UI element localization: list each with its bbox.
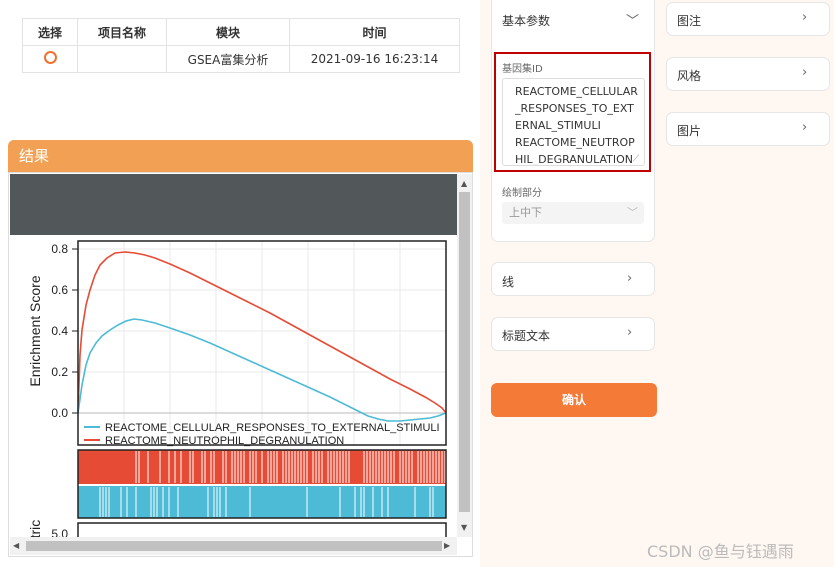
rank-metric-panel (77, 522, 447, 537)
y-tick-label: 0.8 (51, 242, 68, 256)
table-header-select: 选择 (22, 18, 78, 46)
textarea-resize-icon[interactable]: ⟋ (633, 154, 639, 164)
project-table: 选择 项目名称 模块 时间 GSEA富集分析 2021-09-16 16:23:… (22, 18, 460, 73)
chevron-right-icon[interactable]: › (802, 10, 807, 25)
style-card-label[interactable]: 风格 (677, 67, 701, 84)
legend-label: REACTOME_NEUTROPHIL_DEGRANULATION (105, 435, 344, 447)
row-radio-cell[interactable] (22, 45, 78, 73)
es-panel (77, 240, 447, 446)
lower-tick-label: 5.0 (51, 527, 68, 537)
draw-part-value: 上中下 (509, 206, 542, 219)
hit-band-blue (78, 486, 446, 518)
scroll-left-icon[interactable]: ◀ (13, 542, 19, 550)
table-header-time: 时间 (289, 18, 460, 46)
table-header-row: 选择 项目名称 模块 时间 (22, 18, 460, 46)
y-axis-title: Enrichment Score (27, 275, 43, 386)
legend-label: REACTOME_CELLULAR_RESPONSES_TO_EXTERNAL_… (105, 422, 440, 434)
confirm-button[interactable]: 确认 (491, 383, 657, 417)
title-text-card-label[interactable]: 标题文本 (502, 327, 550, 344)
table-row[interactable]: GSEA富集分析 2021-09-16 16:23:14 (22, 45, 460, 73)
table-header-module: 模块 (166, 18, 290, 46)
image-card-label[interactable]: 图片 (677, 122, 701, 139)
y-axis: 0.8 0.6 0.4 0.2 0.0 Enrichment Score (27, 242, 78, 420)
scroll-right-icon[interactable]: ▶ (444, 542, 450, 550)
scroll-up-icon[interactable]: ▲ (461, 180, 467, 188)
lower-axis-title: etric (27, 520, 43, 537)
gene-set-label: 基因集ID (502, 64, 543, 75)
y-tick-label: 0.0 (51, 406, 68, 420)
row-time-cell: 2021-09-16 16:23:14 (289, 45, 460, 73)
line-card-label[interactable]: 线 (502, 273, 514, 290)
chevron-right-icon[interactable]: › (802, 65, 807, 80)
scroll-down-icon[interactable]: ▼ (461, 524, 467, 532)
watermark: CSDN @鱼与钰遇雨 (647, 542, 794, 561)
gsea-plot-svg: 0.8 0.6 0.4 0.2 0.0 Enrichment Score REA… (27, 240, 447, 537)
y-tick-label: 0.6 (51, 283, 68, 297)
chevron-down-icon: ﹀ (627, 206, 638, 219)
chevron-right-icon[interactable]: › (802, 120, 807, 135)
row-module-cell: GSEA富集分析 (166, 45, 290, 73)
y-tick-label: 0.4 (51, 324, 68, 338)
hit-panel (77, 449, 447, 519)
horizontal-scroll-thumb[interactable] (26, 541, 442, 551)
image-background (10, 174, 457, 235)
radio-selected-icon[interactable] (43, 51, 57, 64)
gene-set-textarea[interactable]: REACTOME_CELLULAR_RESPONSES_TO_EXTERNAL_… (502, 78, 645, 166)
chevron-right-icon[interactable]: › (627, 325, 632, 340)
table-header-project: 项目名称 (77, 18, 167, 46)
y-tick-label: 0.2 (51, 365, 68, 379)
chevron-down-icon[interactable]: ﹀ (626, 10, 639, 29)
result-header: 结果 (8, 140, 473, 172)
draw-part-select[interactable]: 上中下 ﹀ (502, 202, 644, 224)
row-project-cell (77, 45, 167, 73)
legend-card-label[interactable]: 图注 (677, 12, 701, 29)
basic-params-title[interactable]: 基本参数 (502, 12, 550, 29)
vertical-scroll-thumb[interactable] (459, 192, 470, 512)
gsea-plot-image: 0.8 0.6 0.4 0.2 0.0 Enrichment Score REA… (10, 235, 457, 537)
chevron-right-icon[interactable]: › (627, 271, 632, 286)
draw-part-label: 绘制部分 (502, 188, 542, 199)
